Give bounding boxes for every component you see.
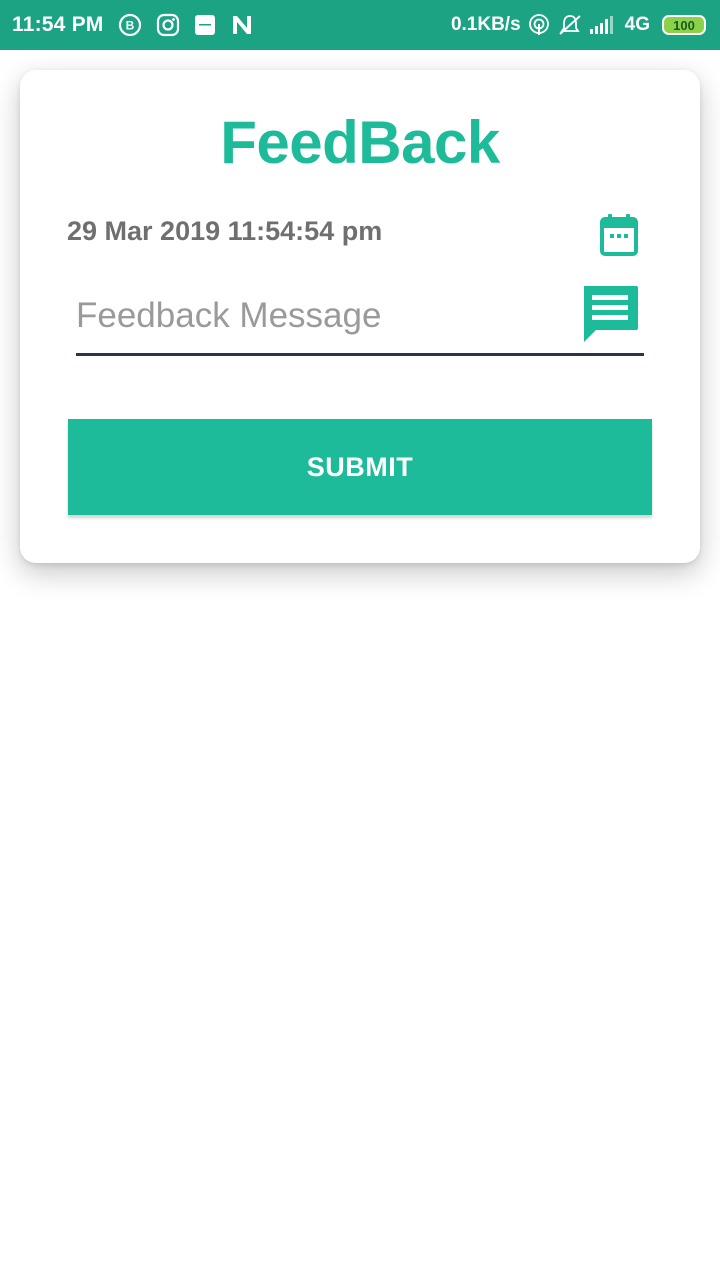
feedback-message-input[interactable] <box>76 286 566 346</box>
n-icon <box>230 14 254 36</box>
page-title: FeedBack <box>220 109 500 176</box>
net-speed: 0.1KB/s <box>450 14 521 35</box>
status-bar-left: 11:54 PM B <box>12 13 268 37</box>
submit-button[interactable]: SUBMIT <box>68 419 652 515</box>
feedback-card: FeedBack 29 Mar 2019 11:54:54 pm SUBMIT <box>20 70 700 563</box>
signal-icon <box>589 15 615 35</box>
vibrate-off-icon <box>557 13 583 37</box>
notification-app-icon <box>194 14 216 36</box>
status-time: 11:54 PM <box>12 13 104 36</box>
hotspot-icon <box>527 13 551 37</box>
svg-text:B: B <box>125 19 134 33</box>
calendar-icon[interactable] <box>600 214 638 256</box>
network-type: 4G <box>624 14 650 35</box>
message-icon[interactable] <box>580 284 640 344</box>
feedback-datetime: 29 Mar 2019 11:54:54 pm <box>67 216 383 246</box>
battery-icon: 100 <box>662 15 706 35</box>
feedback-message-field <box>76 280 644 356</box>
b-icon: B <box>118 13 142 37</box>
status-bar: 11:54 PM B 0.1KB/s 4G 100 <box>0 0 720 50</box>
instagram-icon <box>156 13 180 37</box>
status-bar-right: 0.1KB/s 4G 100 <box>451 13 706 37</box>
battery-level: 100 <box>673 17 695 33</box>
